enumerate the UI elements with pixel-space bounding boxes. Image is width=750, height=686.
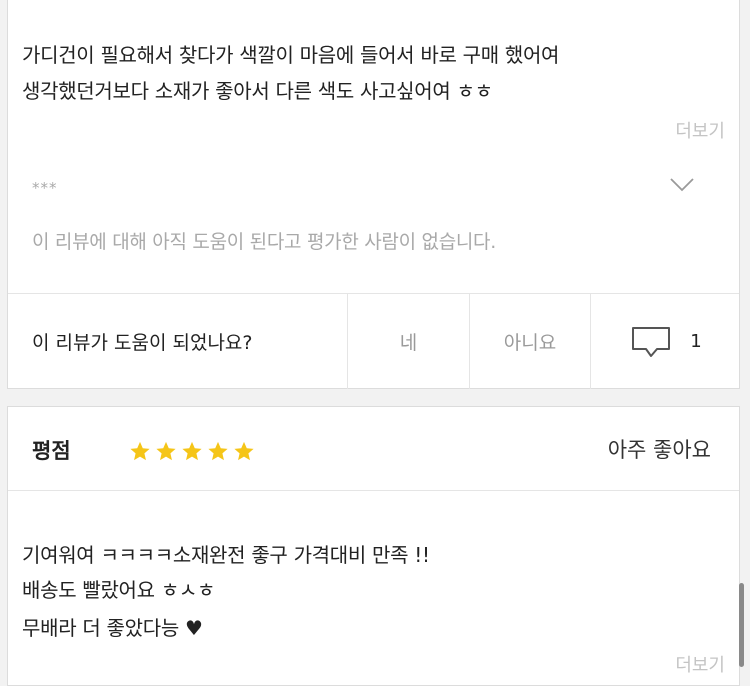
rating-text: 아주 좋아요 <box>607 438 711 462</box>
rating-label: 평점 <box>32 439 71 463</box>
more-link[interactable]: 더보기 <box>675 651 725 677</box>
review-text-line: 생각했던거보다 소재가 좋아서 다른 색도 사고싶어여 ㅎㅎ <box>22 79 493 103</box>
review-text-line: 기여워여 ㅋㅋㅋㅋ소재완전 좋구 가격대비 만족 !! <box>22 543 430 567</box>
reviewer-name: *** <box>32 179 58 197</box>
more-link[interactable]: 더보기 <box>675 117 725 143</box>
comment-icon <box>632 326 671 357</box>
vote-no-button[interactable]: 아니요 <box>469 294 590 389</box>
review-card: 가디건이 필요해서 찾다가 색깔이 마음에 들어서 바로 구매 했어여 생각했던… <box>7 0 740 389</box>
review-card: 평점 아주 좋아요 기여워여 ㅋㅋㅋㅋ소재완전 좋구 가격대비 만족 !! 배송… <box>7 406 740 686</box>
comment-button[interactable]: 1 <box>590 294 741 389</box>
helpful-vote-bar: 이 리뷰가 도움이 되었나요? 네 아니요 1 <box>8 293 739 389</box>
helpful-question: 이 리뷰가 도움이 되었나요? <box>32 332 253 354</box>
comment-count: 1 <box>690 331 702 352</box>
scrollbar[interactable] <box>739 583 744 667</box>
star-rating <box>128 440 256 463</box>
star-icon <box>130 441 150 461</box>
vote-yes-button[interactable]: 네 <box>347 294 469 389</box>
review-text-line: 배송도 빨랐어요 ㅎㅅㅎ <box>22 578 216 602</box>
review-text-line: 가디건이 필요해서 찾다가 색깔이 마음에 들어서 바로 구매 했어여 <box>22 43 560 67</box>
chevron-down-icon[interactable] <box>669 177 695 193</box>
star-icon <box>234 441 254 461</box>
helpful-note: 이 리뷰에 대해 아직 도움이 된다고 평가한 사람이 없습니다. <box>32 231 496 253</box>
star-icon <box>208 441 228 461</box>
star-icon <box>182 441 202 461</box>
star-icon <box>156 441 176 461</box>
review-text-line: 무배라 더 좋았다능 ♥ <box>22 616 203 640</box>
rating-row: 평점 아주 좋아요 <box>8 407 739 491</box>
